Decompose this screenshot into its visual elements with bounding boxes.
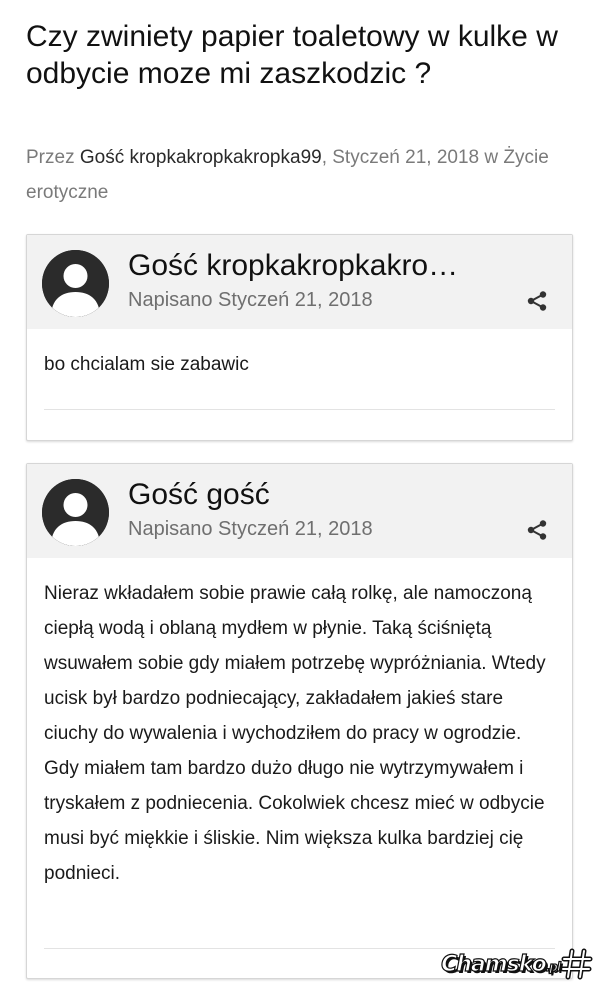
post-author-name[interactable]: Gość gość bbox=[128, 476, 488, 514]
post-card: Gość kropkakropkakro… Napisano Styczeń 2… bbox=[26, 234, 573, 441]
share-icon[interactable] bbox=[526, 519, 548, 541]
post-date: Napisano Styczeń 21, 2018 bbox=[128, 289, 373, 311]
post-header: Gość gość Napisano Styczeń 21, 2018 bbox=[27, 464, 572, 558]
user-silhouette-icon[interactable] bbox=[42, 479, 109, 546]
byline-author-link[interactable]: Gość kropkakropkakropka99 bbox=[80, 147, 322, 168]
post-card: Gość gość Napisano Styczeń 21, 2018 Nier… bbox=[26, 463, 573, 979]
post-divider bbox=[44, 409, 555, 410]
watermark: Chamsko.pl bbox=[440, 947, 594, 981]
user-silhouette-icon[interactable] bbox=[42, 250, 109, 317]
post-header: Gość kropkakropkakro… Napisano Styczeń 2… bbox=[27, 235, 572, 329]
topic-byline: Przez Gość kropkakropkakropka99, Styczeń… bbox=[26, 140, 576, 210]
topic-title: Czy zwiniety papier toaletowy w kulke w … bbox=[26, 20, 558, 90]
post-author-name[interactable]: Gość kropkakropkakro… bbox=[128, 247, 488, 285]
post-content: Nieraz wkładałem sobie prawie całą rolkę… bbox=[44, 583, 546, 884]
byline-prefix: Przez bbox=[26, 147, 75, 168]
post-date: Napisano Styczeń 21, 2018 bbox=[128, 518, 373, 540]
watermark-text: Chamsko.pl bbox=[440, 951, 561, 977]
share-icon[interactable] bbox=[526, 290, 548, 312]
post-content: bo chcialam sie zabawic bbox=[44, 354, 249, 375]
hash-logo-icon bbox=[560, 948, 593, 980]
